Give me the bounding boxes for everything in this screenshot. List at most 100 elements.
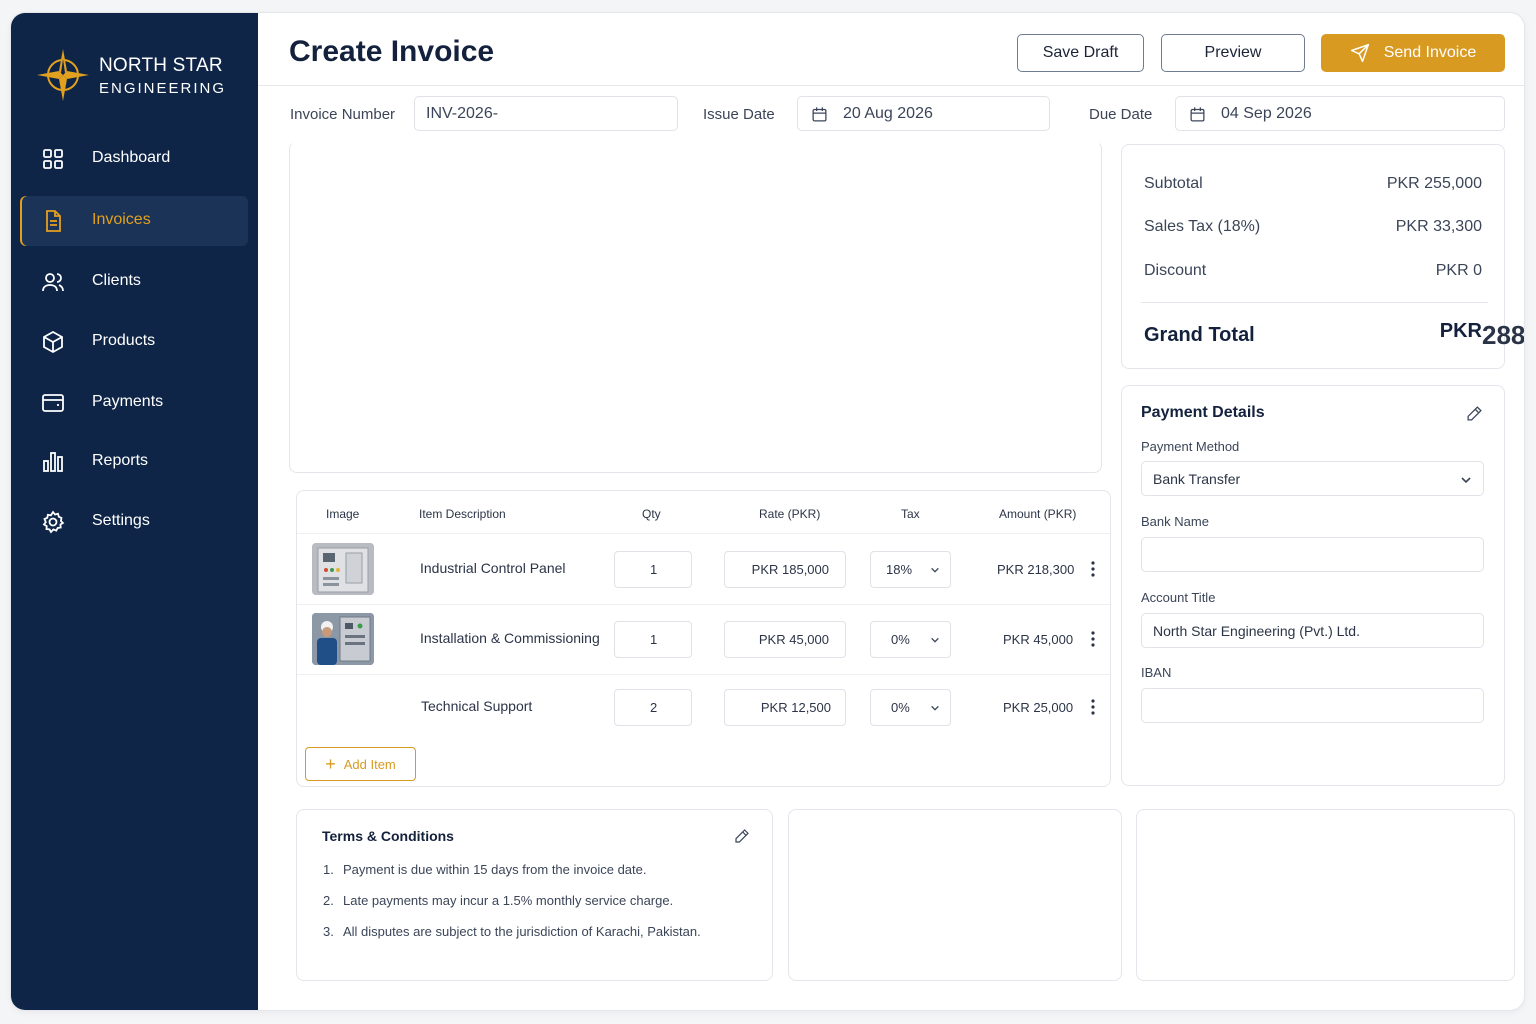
- sales-tax-label: Sales Tax (18%): [1144, 218, 1261, 235]
- rate-input[interactable]: PKR 45,000: [724, 621, 846, 658]
- summary-divider: [1141, 302, 1488, 303]
- sidebar-item-dashboard[interactable]: Dashboard: [20, 134, 248, 184]
- edit-pencil-icon[interactable]: [734, 828, 750, 844]
- tax-select[interactable]: 0%: [870, 621, 951, 658]
- discount-row: Discount PKR 0: [1144, 262, 1482, 280]
- sales-tax-value: PKR 33,300: [1395, 218, 1482, 235]
- rate-input[interactable]: PKR 185,000: [724, 551, 846, 588]
- column-header-image: Image: [326, 507, 360, 521]
- terms-card: Terms & Conditions 1. Payment is due with…: [296, 809, 773, 981]
- more-options-icon[interactable]: [1091, 561, 1095, 577]
- terms-item: 1. Payment is due within 15 days from the…: [323, 862, 647, 877]
- column-header-description: Item Description: [419, 507, 506, 521]
- dashboard-icon: [43, 149, 63, 169]
- sidebar-item-payments[interactable]: Payments: [20, 378, 248, 428]
- discount-label: Discount: [1144, 262, 1207, 279]
- subtotal-value: PKR 255,000: [1386, 175, 1482, 192]
- terms-item: 2. Late payments may incur a 1.5% monthly…: [323, 893, 674, 908]
- grand-total-amount: 288,300: [1482, 320, 1524, 350]
- compass-star-icon: [37, 49, 89, 101]
- sidebar-item-invoices[interactable]: Invoices: [20, 196, 248, 246]
- qty-input[interactable]: 2: [614, 689, 692, 726]
- issue-date-value: 20 Aug 2026: [843, 104, 933, 122]
- send-invoice-label: Send Invoice: [1383, 44, 1477, 61]
- sidebar-item-label: Payments: [92, 393, 164, 410]
- terms-item: 3. All disputes are subject to the jurisd…: [323, 924, 701, 939]
- preview-button[interactable]: Preview: [1161, 34, 1305, 72]
- discount-value: PKR 0: [1435, 262, 1482, 279]
- qty-input[interactable]: 1: [614, 621, 692, 658]
- chevron-down-icon: [931, 705, 939, 711]
- grand-total-value: PKR 288,300: [1439, 320, 1524, 350]
- tax-select[interactable]: 0%: [870, 689, 951, 726]
- save-draft-button[interactable]: Save Draft: [1017, 34, 1144, 72]
- add-item-button[interactable]: + Add Item: [305, 747, 416, 781]
- sidebar-item-label: Settings: [92, 512, 150, 529]
- blank-panel: [289, 141, 1102, 473]
- payment-details-title: Payment Details: [1141, 404, 1265, 421]
- column-header-rate: Rate (PKR): [759, 507, 821, 521]
- chevron-down-icon: [931, 567, 939, 573]
- row-amount: PKR 25,000: [1003, 700, 1074, 715]
- control-panel-photo: [312, 543, 374, 595]
- qty-value: 2: [650, 700, 658, 715]
- qty-value: 1: [650, 562, 658, 577]
- chevron-down-icon: [931, 637, 939, 643]
- rate-value: PKR 185,000: [751, 562, 829, 577]
- invoice-number-value: INV-2026-: [426, 104, 499, 122]
- brand-logo: NORTH STAR ENGINEERING: [35, 47, 245, 107]
- bank-name-input[interactable]: [1141, 537, 1484, 572]
- sidebar-item-label: Clients: [92, 272, 141, 289]
- tax-value: 0%: [891, 632, 910, 647]
- item-description: Industrial Control Panel: [420, 560, 566, 576]
- column-header-tax: Tax: [901, 507, 920, 521]
- subtotal-row: Subtotal PKR 255,000: [1144, 175, 1482, 193]
- sidebar-item-settings[interactable]: Settings: [20, 497, 248, 547]
- brand-name: NORTH STAR: [99, 55, 223, 76]
- sidebar-item-reports[interactable]: Reports: [20, 437, 248, 487]
- sidebar-item-products[interactable]: Products: [20, 317, 248, 367]
- terms-title: Terms & Conditions: [322, 828, 454, 844]
- row-amount: PKR 45,000: [1003, 632, 1074, 647]
- payment-method-select[interactable]: Bank Transfer: [1141, 461, 1484, 496]
- sidebar-item-label: Reports: [92, 452, 149, 469]
- rate-input[interactable]: PKR 12,500: [724, 689, 846, 726]
- tax-value: 0%: [891, 700, 910, 715]
- grand-total-currency: PKR: [1439, 320, 1482, 342]
- tax-select[interactable]: 18%: [870, 551, 951, 588]
- sidebar-item-clients[interactable]: Clients: [20, 257, 248, 307]
- item-description: Installation & Commissioning: [420, 630, 600, 646]
- iban-input[interactable]: [1141, 688, 1484, 723]
- technician-photo: [312, 613, 374, 665]
- gear-icon: [42, 510, 65, 534]
- issue-date-label: Issue Date: [703, 106, 775, 123]
- more-options-icon[interactable]: [1091, 631, 1095, 647]
- payment-method-label: Payment Method: [1141, 439, 1240, 454]
- qty-input[interactable]: 1: [614, 551, 692, 588]
- send-invoice-button[interactable]: Send Invoice: [1321, 34, 1505, 72]
- item-image-technician: [312, 613, 374, 665]
- invoice-number-field[interactable]: INV-2026-: [414, 96, 678, 131]
- blank-card: [1136, 809, 1515, 981]
- due-date-field[interactable]: 04 Sep 2026: [1175, 96, 1505, 131]
- account-title-input[interactable]: North Star Engineering (Pvt.) Ltd.: [1141, 613, 1484, 648]
- sidebar-item-label: Dashboard: [92, 149, 171, 166]
- header-divider: [258, 85, 1524, 86]
- more-options-icon[interactable]: [1091, 699, 1095, 715]
- main-content: Create Invoice Save Draft Preview Send I…: [258, 13, 1524, 1010]
- account-title-label: Account Title: [1141, 590, 1216, 605]
- chevron-down-icon: [1461, 477, 1471, 484]
- summary-card: Subtotal PKR 255,000 Sales Tax (18%) PKR…: [1121, 144, 1524, 369]
- bar-chart-icon: [43, 452, 63, 472]
- row-divider: [297, 604, 1110, 605]
- brand-subtitle: ENGINEERING: [99, 80, 227, 97]
- plus-icon: +: [325, 754, 336, 774]
- due-date-value: 04 Sep 2026: [1221, 104, 1312, 122]
- rate-value: PKR 45,000: [758, 632, 829, 647]
- edit-pencil-icon[interactable]: [1466, 405, 1483, 422]
- issue-date-field[interactable]: 20 Aug 2026: [797, 96, 1050, 131]
- users-icon: [42, 273, 64, 292]
- send-icon: [1350, 43, 1369, 63]
- sidebar: NORTH STAR ENGINEERING Dashboard Invoice…: [11, 13, 258, 1010]
- subtotal-label: Subtotal: [1144, 175, 1203, 192]
